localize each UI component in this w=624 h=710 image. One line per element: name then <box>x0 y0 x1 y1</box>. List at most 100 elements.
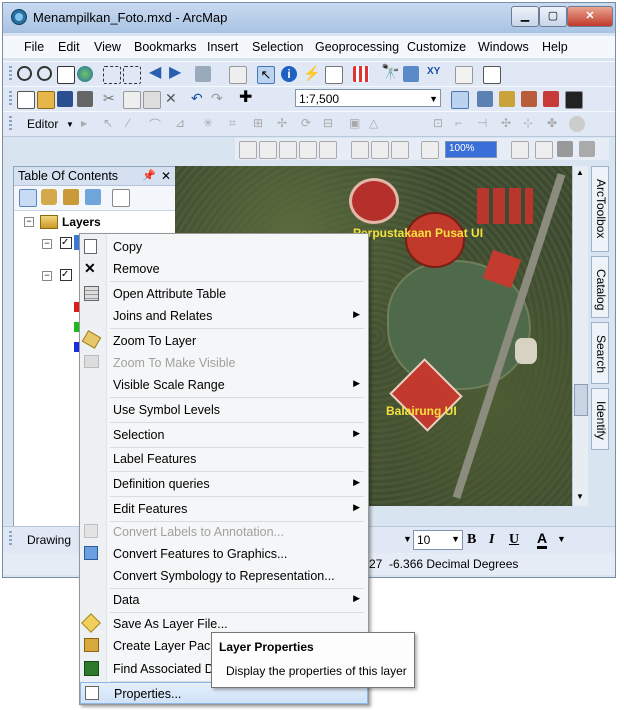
point-icon[interactable]: ✳ <box>203 116 219 132</box>
time-slider-icon[interactable] <box>455 66 473 84</box>
pin-icon[interactable]: 📌 <box>142 167 156 185</box>
forward-extent-icon[interactable]: ▶ <box>169 65 185 82</box>
scroll-down-icon[interactable]: ▼ <box>576 492 584 501</box>
font-color-button[interactable]: A <box>537 530 548 549</box>
clear-selection-icon[interactable] <box>229 66 247 84</box>
copy-toolbar-icon[interactable] <box>123 91 141 109</box>
menu-file[interactable]: File <box>24 40 44 54</box>
layout-zoom-out-icon[interactable] <box>259 141 277 159</box>
undo-icon[interactable]: ↶ <box>191 91 207 107</box>
menu-item-copy[interactable]: Copy <box>80 236 368 258</box>
menu-insert[interactable]: Insert <box>207 40 238 54</box>
go-to-xy-icon[interactable] <box>403 66 419 82</box>
italic-button[interactable]: I <box>489 532 494 548</box>
menu-item-selection[interactable]: Selection ▶ <box>80 424 368 446</box>
menu-item-edit-features[interactable]: Edit Features ▶ <box>80 498 368 520</box>
html-popup-icon[interactable] <box>325 66 343 84</box>
trace-icon[interactable]: ⌒ <box>149 116 165 132</box>
cut-icon[interactable]: ✂ <box>103 91 119 107</box>
zoom-whole-page-icon[interactable] <box>299 141 317 159</box>
zoom-in-icon[interactable] <box>17 66 32 81</box>
zoom-out-icon[interactable] <box>37 66 52 81</box>
toggle-draft-icon[interactable] <box>511 141 529 159</box>
identify-icon[interactable]: i <box>281 66 297 82</box>
menu-help[interactable]: Help <box>542 40 568 54</box>
save-icon[interactable] <box>57 91 73 107</box>
search-window-icon[interactable] <box>521 91 537 107</box>
edit-tool-icon[interactable]: ▸ <box>81 116 97 132</box>
python-window-icon[interactable] <box>565 91 583 109</box>
menu-item-label-features[interactable]: Label Features <box>80 448 368 470</box>
toolbar-grip[interactable] <box>9 91 12 107</box>
menu-windows[interactable]: Windows <box>478 40 529 54</box>
zoom-100-icon[interactable] <box>319 141 337 159</box>
list-by-source-icon[interactable] <box>41 189 57 205</box>
identify-tab[interactable]: Identify <box>591 388 609 450</box>
menu-item-remove[interactable]: ✕ Remove <box>80 258 368 280</box>
xy-icon[interactable]: XY <box>427 66 443 82</box>
fixed-zoom-layout-icon[interactable] <box>351 141 369 159</box>
font-size-combo[interactable]: 10 ▼ <box>413 530 463 550</box>
menu-item-joins-and-relates[interactable]: Joins and Relates ▶ <box>80 305 368 327</box>
map-scale-combo[interactable]: 1:7,500 ▼ <box>295 89 441 107</box>
minimize-button[interactable]: ▁ <box>511 6 539 27</box>
layout-pan-icon[interactable] <box>279 141 297 159</box>
find-icon[interactable]: 🔭 <box>381 65 400 82</box>
menu-item-visible-scale-range[interactable]: Visible Scale Range ▶ <box>80 374 368 396</box>
menu-customize[interactable]: Customize <box>407 40 466 54</box>
menu-item-convert-features-to-graphics[interactable]: Convert Features to Graphics... <box>80 543 368 565</box>
underline-button[interactable]: U <box>509 532 519 548</box>
select-features-icon[interactable] <box>195 66 211 82</box>
topology-icon[interactable]: ⊡ <box>433 116 449 132</box>
map-vertical-scrollbar[interactable]: ▲ ▼ <box>572 166 588 506</box>
layers-group-label[interactable]: Layers <box>62 215 101 229</box>
menu-item-definition-queries[interactable]: Definition queries ▶ <box>80 473 368 495</box>
menu-item-zoom-to-layer[interactable]: Zoom To Layer <box>80 330 368 352</box>
full-extent-icon[interactable] <box>77 66 93 82</box>
menu-edit[interactable]: Edit <box>58 40 80 54</box>
sketch-properties-icon[interactable]: ▣ <box>349 116 365 132</box>
fixed-zoom-out-icon[interactable] <box>123 66 141 84</box>
list-by-drawing-order-icon[interactable] <box>19 189 37 207</box>
scroll-up-icon[interactable]: ▲ <box>576 168 584 177</box>
menu-item-convert-labels-to-annotation[interactable]: Convert Labels to Annotation... <box>80 521 368 543</box>
measure-icon[interactable] <box>353 66 369 82</box>
scrollbar-thumb[interactable] <box>574 384 588 416</box>
arctoolbox-tab[interactable]: ArcToolbox <box>591 166 609 252</box>
midpoint-icon[interactable]: ⊣ <box>477 116 493 132</box>
layout-options-icon[interactable] <box>579 141 595 157</box>
arctoolbox-icon[interactable] <box>543 91 559 107</box>
rotate-icon[interactable]: ⟳ <box>301 116 317 132</box>
menu-item-zoom-to-make-visible[interactable]: Zoom To Make Visible <box>80 352 368 374</box>
fixed-zoom-in-icon[interactable] <box>103 66 121 84</box>
menu-bookmarks[interactable]: Bookmarks <box>134 40 197 54</box>
reshape-icon[interactable]: ⌗ <box>229 116 245 132</box>
snap-icon[interactable]: ⌐ <box>455 116 471 132</box>
print-icon[interactable] <box>77 91 93 107</box>
split-icon[interactable]: ✢ <box>277 116 293 132</box>
straight-segment-icon[interactable]: ∕ <box>127 116 143 132</box>
pan-icon[interactable] <box>57 66 75 84</box>
intersection-icon[interactable]: ✣ <box>501 116 517 132</box>
overview-window-icon[interactable] <box>483 66 501 84</box>
attributes-icon[interactable]: ⊟ <box>323 116 339 132</box>
table-of-contents-icon[interactable] <box>477 91 493 107</box>
change-layout-icon[interactable] <box>535 141 553 159</box>
catalog-window-icon[interactable] <box>499 91 515 107</box>
menu-selection[interactable]: Selection <box>252 40 303 54</box>
layout-zoom-in-icon[interactable] <box>239 141 257 159</box>
expander-collapse-icon[interactable]: − <box>42 271 52 281</box>
options-icon[interactable] <box>569 116 585 132</box>
toolbar-grip[interactable] <box>9 116 12 132</box>
edit-vertices-icon[interactable]: ⊿ <box>175 116 191 132</box>
toolbar-grip[interactable] <box>9 531 12 547</box>
redo-icon[interactable]: ↷ <box>211 91 227 107</box>
new-document-icon[interactable] <box>17 91 35 109</box>
close-button[interactable]: ✕ <box>567 6 613 27</box>
expander-collapse-icon[interactable]: − <box>24 217 34 227</box>
edge-icon[interactable]: ✤ <box>547 116 563 132</box>
options-icon[interactable] <box>112 189 130 207</box>
create-features-icon[interactable]: △ <box>369 116 385 132</box>
search-tab[interactable]: Search <box>591 322 609 384</box>
catalog-tab[interactable]: Catalog <box>591 256 609 318</box>
